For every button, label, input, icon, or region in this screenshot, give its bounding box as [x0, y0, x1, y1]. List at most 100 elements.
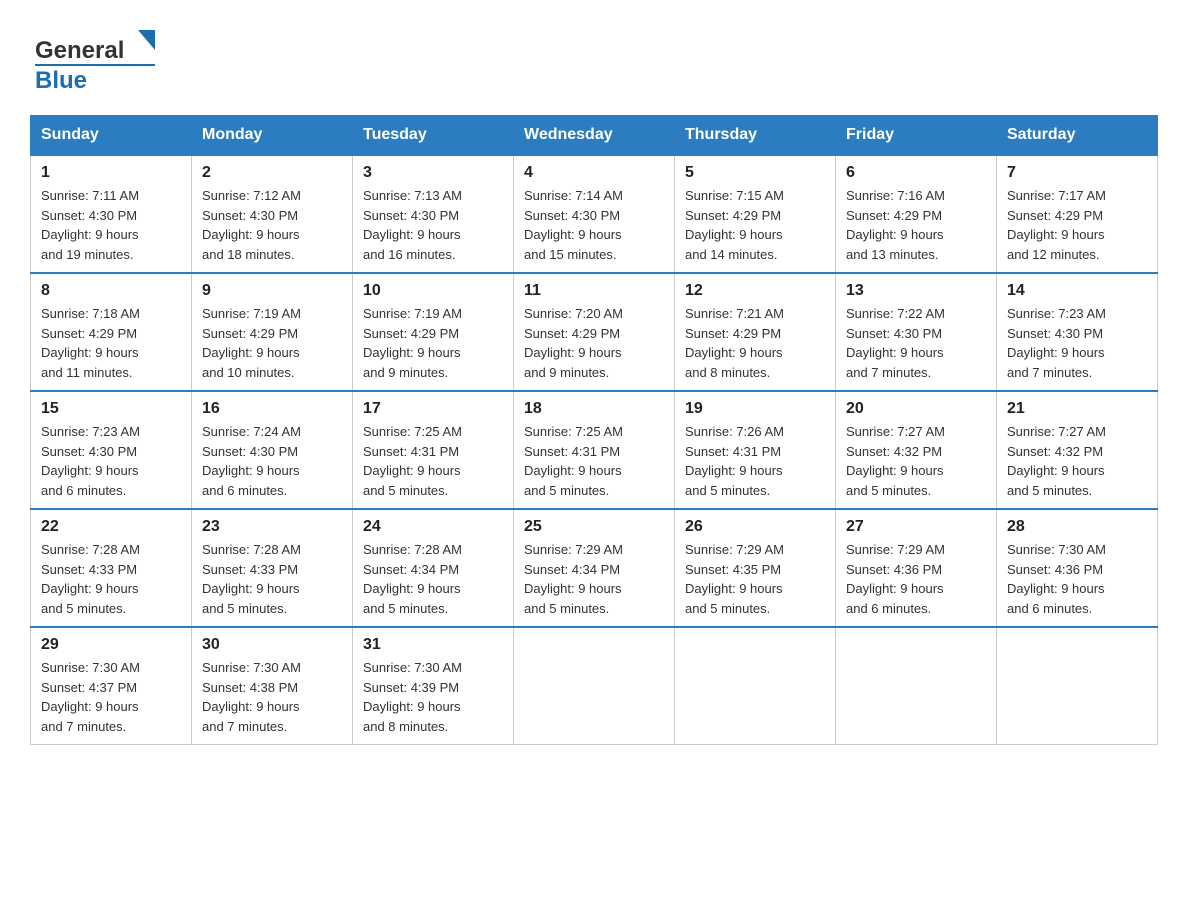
calendar-cell: 6 Sunrise: 7:16 AMSunset: 4:29 PMDaylight… [836, 155, 997, 273]
calendar-cell: 3 Sunrise: 7:13 AMSunset: 4:30 PMDaylight… [353, 155, 514, 273]
day-info: Sunrise: 7:28 AMSunset: 4:33 PMDaylight:… [202, 540, 342, 618]
day-number: 27 [846, 518, 986, 536]
day-number: 2 [202, 164, 342, 182]
svg-text:Blue: Blue [35, 67, 87, 94]
week-row-2: 8 Sunrise: 7:18 AMSunset: 4:29 PMDaylight… [31, 273, 1158, 391]
logo: General Blue [30, 20, 160, 95]
day-number: 7 [1007, 164, 1147, 182]
logo-svg: General Blue [30, 20, 160, 95]
day-info: Sunrise: 7:29 AMSunset: 4:34 PMDaylight:… [524, 540, 664, 618]
day-info: Sunrise: 7:28 AMSunset: 4:33 PMDaylight:… [41, 540, 181, 618]
calendar-cell: 31 Sunrise: 7:30 AMSunset: 4:39 PMDayligh… [353, 627, 514, 745]
day-number: 17 [363, 400, 503, 418]
header-day-friday: Friday [836, 116, 997, 156]
day-number: 13 [846, 282, 986, 300]
day-info: Sunrise: 7:27 AMSunset: 4:32 PMDaylight:… [846, 422, 986, 500]
calendar-cell: 22 Sunrise: 7:28 AMSunset: 4:33 PMDayligh… [31, 509, 192, 627]
day-info: Sunrise: 7:30 AMSunset: 4:36 PMDaylight:… [1007, 540, 1147, 618]
header-day-thursday: Thursday [675, 116, 836, 156]
day-number: 20 [846, 400, 986, 418]
calendar-cell: 30 Sunrise: 7:30 AMSunset: 4:38 PMDayligh… [192, 627, 353, 745]
day-info: Sunrise: 7:29 AMSunset: 4:35 PMDaylight:… [685, 540, 825, 618]
day-info: Sunrise: 7:15 AMSunset: 4:29 PMDaylight:… [685, 186, 825, 264]
day-number: 22 [41, 518, 181, 536]
calendar-cell: 23 Sunrise: 7:28 AMSunset: 4:33 PMDayligh… [192, 509, 353, 627]
day-info: Sunrise: 7:25 AMSunset: 4:31 PMDaylight:… [363, 422, 503, 500]
day-info: Sunrise: 7:23 AMSunset: 4:30 PMDaylight:… [1007, 304, 1147, 382]
day-number: 5 [685, 164, 825, 182]
calendar-cell: 26 Sunrise: 7:29 AMSunset: 4:35 PMDayligh… [675, 509, 836, 627]
day-number: 9 [202, 282, 342, 300]
day-info: Sunrise: 7:23 AMSunset: 4:30 PMDaylight:… [41, 422, 181, 500]
day-number: 30 [202, 636, 342, 654]
calendar-cell [675, 627, 836, 745]
day-info: Sunrise: 7:18 AMSunset: 4:29 PMDaylight:… [41, 304, 181, 382]
day-number: 3 [363, 164, 503, 182]
calendar-cell: 4 Sunrise: 7:14 AMSunset: 4:30 PMDaylight… [514, 155, 675, 273]
calendar-cell: 2 Sunrise: 7:12 AMSunset: 4:30 PMDaylight… [192, 155, 353, 273]
calendar-cell: 14Sunrise: 7:23 AMSunset: 4:30 PMDayligh… [997, 273, 1158, 391]
day-info: Sunrise: 7:30 AMSunset: 4:39 PMDaylight:… [363, 658, 503, 736]
day-info: Sunrise: 7:22 AMSunset: 4:30 PMDaylight:… [846, 304, 986, 382]
calendar-cell [514, 627, 675, 745]
day-number: 26 [685, 518, 825, 536]
day-number: 19 [685, 400, 825, 418]
day-info: Sunrise: 7:13 AMSunset: 4:30 PMDaylight:… [363, 186, 503, 264]
calendar-cell: 7 Sunrise: 7:17 AMSunset: 4:29 PMDaylight… [997, 155, 1158, 273]
day-info: Sunrise: 7:30 AMSunset: 4:38 PMDaylight:… [202, 658, 342, 736]
day-number: 6 [846, 164, 986, 182]
calendar-cell: 1Sunrise: 7:11 AMSunset: 4:30 PMDaylight… [31, 155, 192, 273]
week-row-4: 22 Sunrise: 7:28 AMSunset: 4:33 PMDayligh… [31, 509, 1158, 627]
header-day-saturday: Saturday [997, 116, 1158, 156]
day-number: 11 [524, 282, 664, 300]
day-number: 18 [524, 400, 664, 418]
calendar-cell: 15 Sunrise: 7:23 AMSunset: 4:30 PMDayligh… [31, 391, 192, 509]
week-row-1: 1Sunrise: 7:11 AMSunset: 4:30 PMDaylight… [31, 155, 1158, 273]
day-number: 16 [202, 400, 342, 418]
day-info: Sunrise: 7:30 AMSunset: 4:37 PMDaylight:… [41, 658, 181, 736]
calendar-cell [997, 627, 1158, 745]
day-number: 23 [202, 518, 342, 536]
day-number: 10 [363, 282, 503, 300]
day-number: 4 [524, 164, 664, 182]
calendar-cell: 8 Sunrise: 7:18 AMSunset: 4:29 PMDaylight… [31, 273, 192, 391]
day-number: 1 [41, 164, 181, 182]
day-number: 8 [41, 282, 181, 300]
day-info: Sunrise: 7:21 AMSunset: 4:29 PMDaylight:… [685, 304, 825, 382]
calendar-cell: 16 Sunrise: 7:24 AMSunset: 4:30 PMDayligh… [192, 391, 353, 509]
calendar-cell: 21Sunrise: 7:27 AMSunset: 4:32 PMDayligh… [997, 391, 1158, 509]
calendar-cell: 29 Sunrise: 7:30 AMSunset: 4:37 PMDayligh… [31, 627, 192, 745]
day-info: Sunrise: 7:26 AMSunset: 4:31 PMDaylight:… [685, 422, 825, 500]
day-number: 29 [41, 636, 181, 654]
week-row-3: 15 Sunrise: 7:23 AMSunset: 4:30 PMDayligh… [31, 391, 1158, 509]
header-day-tuesday: Tuesday [353, 116, 514, 156]
day-number: 21 [1007, 400, 1147, 418]
day-info: Sunrise: 7:12 AMSunset: 4:30 PMDaylight:… [202, 186, 342, 264]
calendar-cell: 9Sunrise: 7:19 AMSunset: 4:29 PMDaylight… [192, 273, 353, 391]
day-info: Sunrise: 7:29 AMSunset: 4:36 PMDaylight:… [846, 540, 986, 618]
day-number: 25 [524, 518, 664, 536]
day-info: Sunrise: 7:25 AMSunset: 4:31 PMDaylight:… [524, 422, 664, 500]
header-day-sunday: Sunday [31, 116, 192, 156]
day-info: Sunrise: 7:24 AMSunset: 4:30 PMDaylight:… [202, 422, 342, 500]
svg-text:General: General [35, 37, 124, 64]
day-info: Sunrise: 7:19 AMSunset: 4:29 PMDaylight:… [363, 304, 503, 382]
week-row-5: 29 Sunrise: 7:30 AMSunset: 4:37 PMDayligh… [31, 627, 1158, 745]
calendar-cell: 28 Sunrise: 7:30 AMSunset: 4:36 PMDayligh… [997, 509, 1158, 627]
calendar-cell: 17 Sunrise: 7:25 AMSunset: 4:31 PMDayligh… [353, 391, 514, 509]
day-number: 31 [363, 636, 503, 654]
calendar-cell: 27 Sunrise: 7:29 AMSunset: 4:36 PMDayligh… [836, 509, 997, 627]
calendar-cell: 25 Sunrise: 7:29 AMSunset: 4:34 PMDayligh… [514, 509, 675, 627]
header-day-monday: Monday [192, 116, 353, 156]
calendar-cell: 18 Sunrise: 7:25 AMSunset: 4:31 PMDayligh… [514, 391, 675, 509]
day-info: Sunrise: 7:14 AMSunset: 4:30 PMDaylight:… [524, 186, 664, 264]
calendar-cell [836, 627, 997, 745]
day-number: 15 [41, 400, 181, 418]
day-info: Sunrise: 7:16 AMSunset: 4:29 PMDaylight:… [846, 186, 986, 264]
day-number: 28 [1007, 518, 1147, 536]
calendar-cell: 13 Sunrise: 7:22 AMSunset: 4:30 PMDayligh… [836, 273, 997, 391]
calendar-cell: 5 Sunrise: 7:15 AMSunset: 4:29 PMDaylight… [675, 155, 836, 273]
day-number: 24 [363, 518, 503, 536]
calendar-header-row: SundayMondayTuesdayWednesdayThursdayFrid… [31, 116, 1158, 156]
day-info: Sunrise: 7:17 AMSunset: 4:29 PMDaylight:… [1007, 186, 1147, 264]
